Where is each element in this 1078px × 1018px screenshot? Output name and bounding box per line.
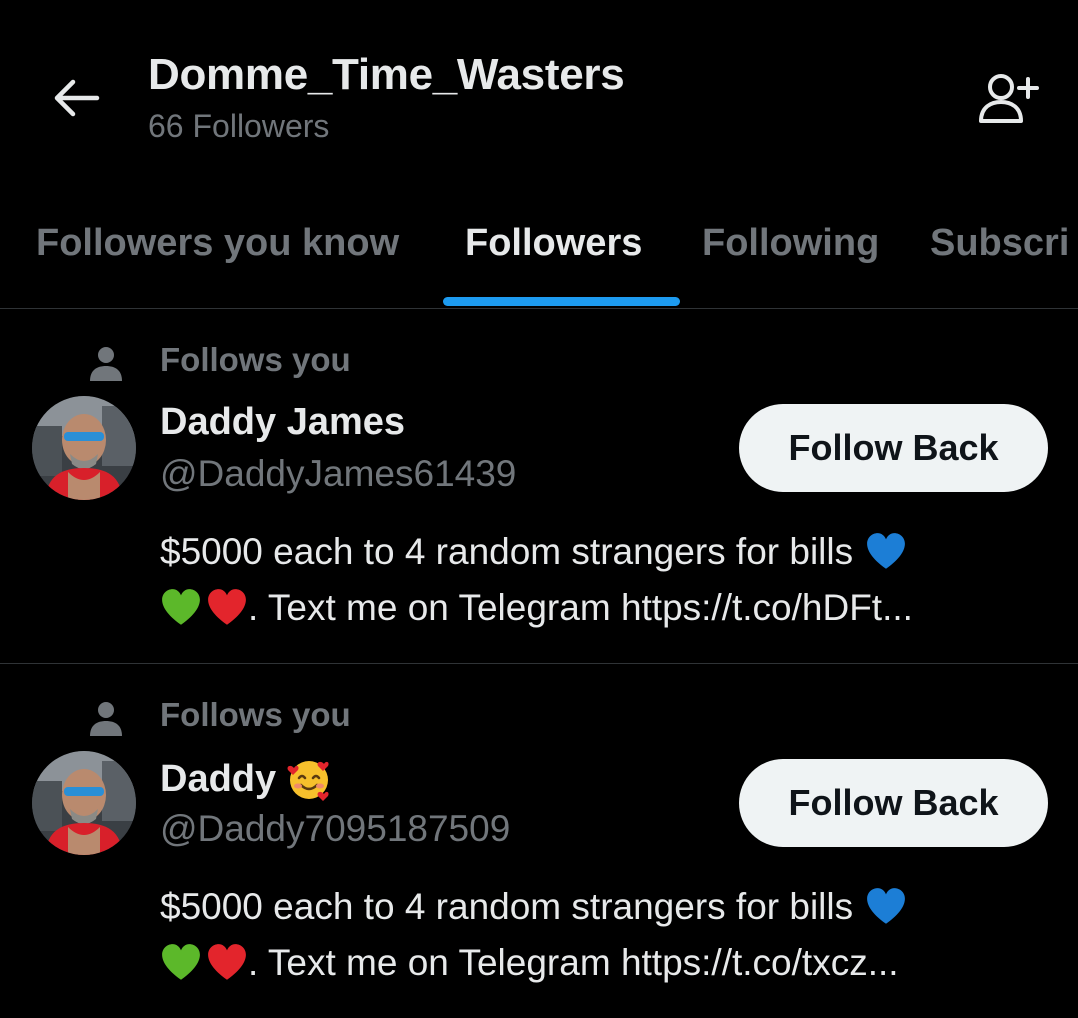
tab-subscriptions[interactable]: Subscri bbox=[930, 222, 1069, 265]
green-heart-icon bbox=[162, 589, 200, 625]
user-list-item[interactable]: Follows you Daddy @Daddy7095187509 Follo… bbox=[0, 664, 1078, 1018]
user-bio: $5000 each to 4 random strangers for bil… bbox=[160, 524, 1050, 636]
person-icon bbox=[90, 347, 122, 381]
user-display-name[interactable]: Daddy bbox=[160, 756, 332, 802]
bio-link[interactable]: https://t.co/hDFt... bbox=[621, 580, 913, 636]
tab-followers[interactable]: Followers bbox=[465, 222, 642, 265]
red-heart-icon bbox=[208, 944, 246, 980]
avatar[interactable] bbox=[32, 751, 136, 855]
page-title: Domme_Time_Wasters bbox=[148, 50, 625, 99]
tab-followers-you-know[interactable]: Followers you know bbox=[36, 222, 399, 265]
user-name-text: Daddy James bbox=[160, 401, 406, 443]
green-heart-icon bbox=[162, 944, 200, 980]
followers-count: 66 Followers bbox=[148, 108, 330, 144]
follows-you-label: Follows you bbox=[160, 696, 351, 733]
user-handle: @Daddy7095187509 bbox=[160, 808, 511, 849]
bio-text: $5000 each to 4 random strangers for bil… bbox=[160, 531, 854, 572]
blue-heart-icon bbox=[867, 533, 906, 569]
person-icon bbox=[90, 702, 122, 736]
bio-link[interactable]: https://t.co/txcz... bbox=[621, 935, 899, 991]
bio-text: . Text me on Telegram bbox=[248, 942, 621, 983]
tab-following[interactable]: Following bbox=[702, 222, 879, 265]
user-display-name[interactable]: Daddy James bbox=[160, 401, 405, 444]
back-button[interactable] bbox=[44, 70, 108, 126]
arrow-left-icon bbox=[54, 79, 100, 117]
tab-bar: Followers you know Followers Following S… bbox=[0, 200, 1078, 309]
follows-you-label: Follows you bbox=[160, 341, 351, 378]
red-heart-icon bbox=[208, 589, 246, 625]
follow-back-button[interactable]: Follow Back bbox=[739, 404, 1048, 492]
add-user-button[interactable] bbox=[968, 64, 1048, 134]
blue-heart-icon bbox=[867, 888, 906, 924]
active-tab-indicator bbox=[443, 297, 680, 306]
user-handle: @DaddyJames61439 bbox=[160, 453, 517, 494]
bio-text: . Text me on Telegram bbox=[248, 587, 621, 628]
smiling-face-with-hearts-icon bbox=[287, 761, 329, 801]
bio-text: $5000 each to 4 random strangers for bil… bbox=[160, 886, 854, 927]
top-app-bar: Domme_Time_Wasters 66 Followers bbox=[0, 0, 1078, 200]
person-add-icon bbox=[979, 74, 1039, 123]
user-list-item[interactable]: Follows you Daddy James @DaddyJames61439… bbox=[0, 309, 1078, 664]
user-name-text: Daddy bbox=[160, 757, 277, 800]
follow-back-button[interactable]: Follow Back bbox=[739, 759, 1048, 847]
user-bio: $5000 each to 4 random strangers for bil… bbox=[160, 879, 1050, 991]
avatar[interactable] bbox=[32, 396, 136, 500]
